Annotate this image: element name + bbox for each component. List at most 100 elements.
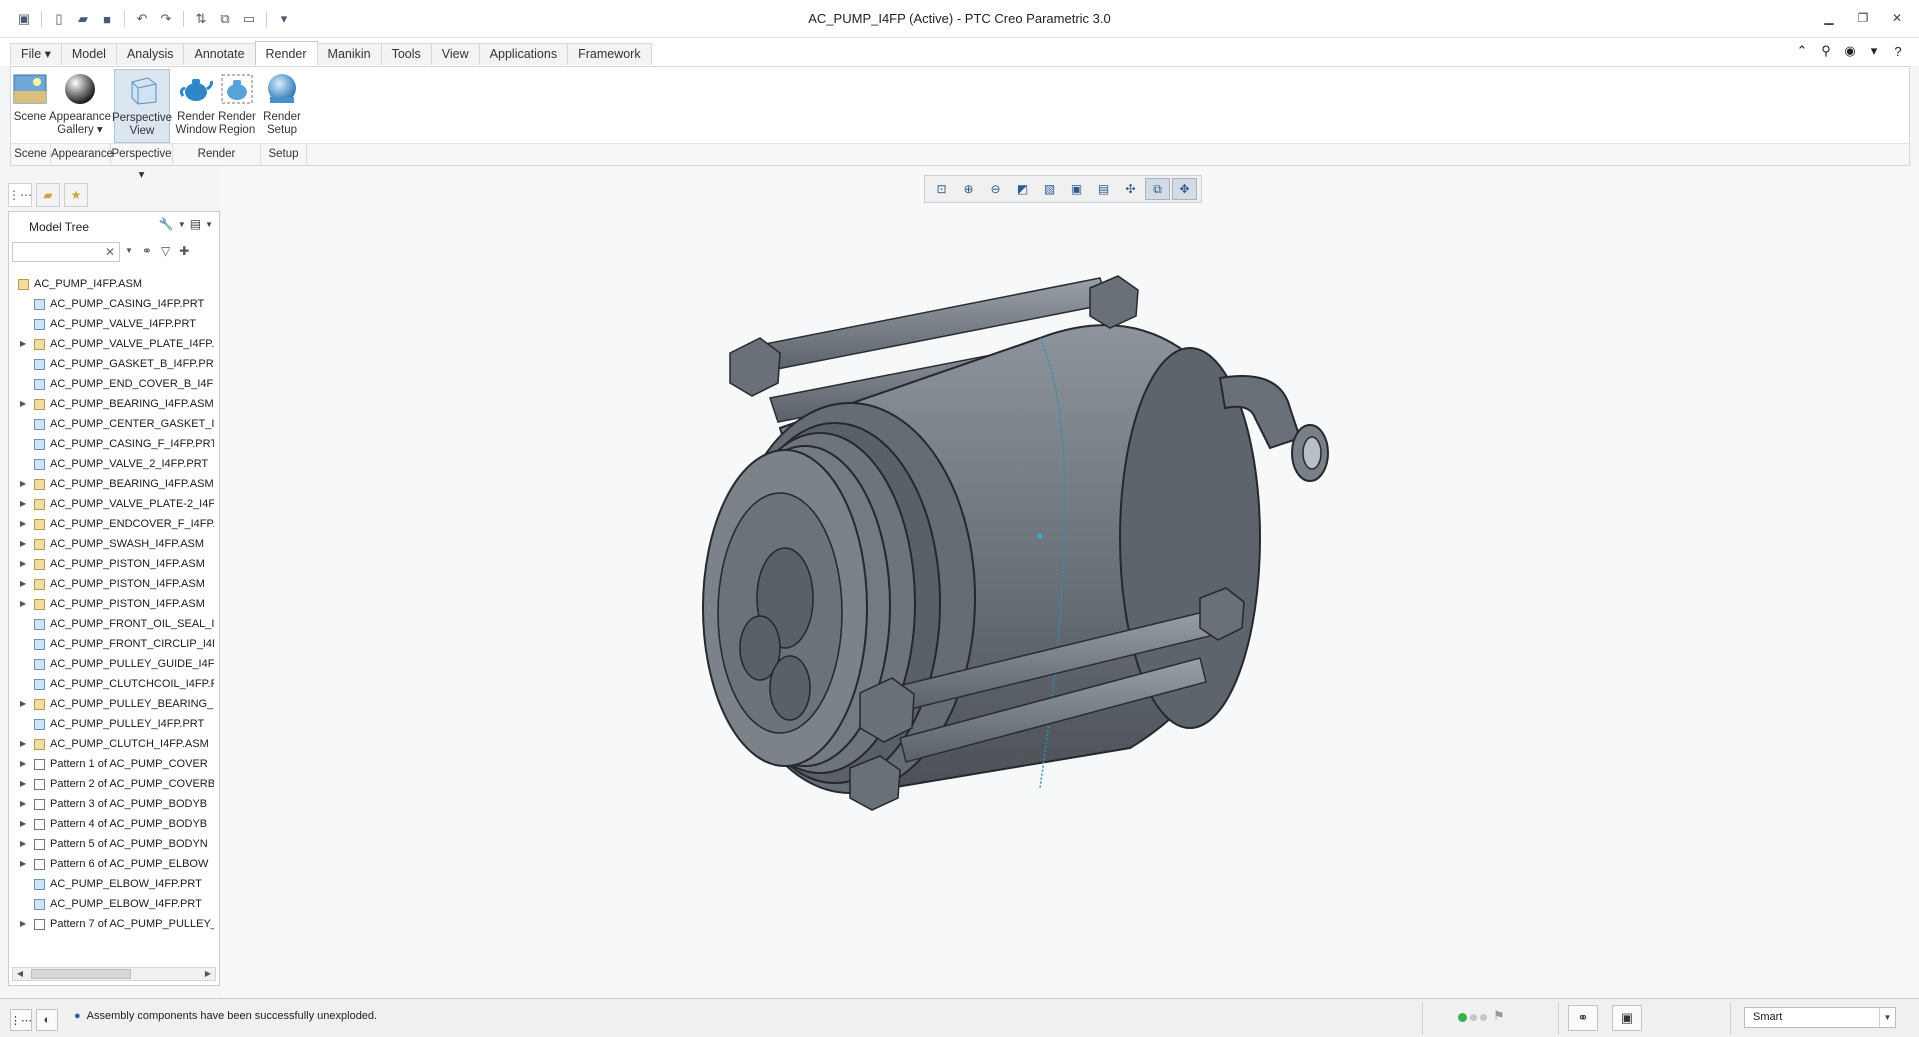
search-icon[interactable]: ⚲: [1817, 42, 1835, 60]
tree-item[interactable]: AC_PUMP_CENTER_GASKET_I4F: [9, 414, 219, 434]
expand-arrow-icon[interactable]: ▶: [20, 334, 30, 354]
group-perspective[interactable]: Perspective ▾: [111, 144, 173, 181]
filter-icon[interactable]: ▽: [161, 244, 170, 258]
expand-arrow-icon[interactable]: ▶: [20, 394, 30, 414]
scrollbar-thumb[interactable]: [31, 969, 131, 979]
render-region-button[interactable]: Render Region: [217, 69, 257, 143]
tree-item[interactable]: ▶ AC_PUMP_VALVE_PLATE_I4FP.A: [9, 334, 219, 354]
tree-item[interactable]: ▶ Pattern 5 of AC_PUMP_BODYN: [9, 834, 219, 854]
dropdown-icon[interactable]: ▾: [1865, 42, 1883, 60]
perspective-view-button[interactable]: Perspective View: [112, 69, 172, 143]
tab-framework[interactable]: Framework: [567, 43, 652, 65]
expand-arrow-icon[interactable]: ▶: [20, 834, 30, 854]
expand-arrow-icon[interactable]: ▶: [20, 734, 30, 754]
tree-item[interactable]: ▶ AC_PUMP_BEARING_I4FP.ASM: [9, 474, 219, 494]
tree-item[interactable]: ▶ AC_PUMP_PISTON_I4FP.ASM: [9, 554, 219, 574]
tree-item[interactable]: AC_PUMP_PULLEY_GUIDE_I4FP.: [9, 654, 219, 674]
flag-icon[interactable]: ⚑: [1493, 1008, 1505, 1024]
repaint-icon[interactable]: ◩: [1010, 178, 1035, 200]
tab-render[interactable]: Render: [254, 41, 318, 65]
tree-item[interactable]: ▶ AC_PUMP_CLUTCH_I4FP.ASM: [9, 734, 219, 754]
restore-button[interactable]: ❐: [1855, 10, 1871, 26]
model-tree-tab[interactable]: ⋮⋯: [8, 183, 32, 207]
display-style-icon[interactable]: ▣: [1064, 178, 1089, 200]
favorites-tab[interactable]: ★: [64, 183, 88, 207]
tree-item[interactable]: AC_PUMP_ELBOW_I4FP.PRT: [9, 874, 219, 894]
tree-item[interactable]: AC_PUMP_FRONT_CIRCLIP_I4F: [9, 634, 219, 654]
render-setup-button[interactable]: Render Setup: [261, 69, 303, 143]
expand-arrow-icon[interactable]: ▶: [20, 534, 30, 554]
saved-orientations-icon[interactable]: ▧: [1037, 178, 1062, 200]
community-icon[interactable]: ◉: [1841, 42, 1859, 60]
help-icon[interactable]: ?: [1889, 42, 1907, 60]
tree-item[interactable]: ▶ Pattern 4 of AC_PUMP_BODYB: [9, 814, 219, 834]
model-tree-search-input[interactable]: ✕: [12, 242, 120, 262]
close-button[interactable]: ✕: [1889, 10, 1905, 26]
tab-annotate[interactable]: Annotate: [183, 43, 256, 65]
tab-tools[interactable]: Tools: [380, 43, 432, 65]
scroll-left-icon[interactable]: ◀: [13, 968, 27, 980]
expand-arrow-icon[interactable]: ▶: [20, 494, 30, 514]
expand-arrow-icon[interactable]: ▶: [20, 574, 30, 594]
tree-item[interactable]: ▶ AC_PUMP_VALVE_PLATE-2_I4FF: [9, 494, 219, 514]
expand-arrow-icon[interactable]: ▶: [20, 474, 30, 494]
tree-item[interactable]: AC_PUMP_GASKET_B_I4FP.PRT: [9, 354, 219, 374]
tree-item[interactable]: ▶ AC_PUMP_PISTON_I4FP.ASM: [9, 574, 219, 594]
tree-item[interactable]: AC_PUMP_I4FP.ASM: [9, 274, 219, 294]
toggle-browser-button[interactable]: ◐: [36, 1009, 58, 1031]
add-column-icon[interactable]: ✚: [179, 244, 189, 258]
tree-settings-dropdown-icon[interactable]: ▼: [178, 220, 186, 229]
zoom-in-icon[interactable]: ⊕: [956, 178, 981, 200]
tree-item[interactable]: ▶ AC_PUMP_BEARING_I4FP.ASM: [9, 394, 219, 414]
tree-item[interactable]: ▶ AC_PUMP_SWASH_I4FP.ASM: [9, 534, 219, 554]
tree-item[interactable]: AC_PUMP_ELBOW_I4FP.PRT: [9, 894, 219, 914]
minimize-ribbon-icon[interactable]: ⌃: [1793, 42, 1811, 60]
tree-horizontal-scrollbar[interactable]: ◀ ▶: [12, 967, 216, 981]
expand-arrow-icon[interactable]: ▶: [20, 754, 30, 774]
tab-model[interactable]: Model: [60, 43, 117, 65]
expand-arrow-icon[interactable]: ▶: [20, 914, 30, 934]
refit-icon[interactable]: ⊡: [929, 178, 954, 200]
tree-item[interactable]: ▶ Pattern 2 of AC_PUMP_COVERB: [9, 774, 219, 794]
expand-arrow-icon[interactable]: ▶: [20, 794, 30, 814]
tree-item[interactable]: AC_PUMP_END_COVER_B_I4FP.: [9, 374, 219, 394]
tree-item[interactable]: AC_PUMP_CLUTCHCOIL_I4FP.PR: [9, 674, 219, 694]
scene-button[interactable]: Scene: [13, 69, 47, 143]
toggle-navigator-button[interactable]: ⋮⋯: [10, 1009, 32, 1031]
appearance-gallery-button[interactable]: Appearance Gallery ▾: [49, 69, 111, 143]
tree-item[interactable]: AC_PUMP_CASING_I4FP.PRT: [9, 294, 219, 314]
render-window-button[interactable]: Render Window: [176, 69, 216, 143]
tree-item[interactable]: AC_PUMP_FRONT_OIL_SEAL_I: [9, 614, 219, 634]
tree-item[interactable]: AC_PUMP_VALVE_2_I4FP.PRT: [9, 454, 219, 474]
tree-item[interactable]: AC_PUMP_CASING_F_I4FP.PRT: [9, 434, 219, 454]
tree-item[interactable]: ▶ Pattern 7 of AC_PUMP_PULLEY_: [9, 914, 219, 934]
minimize-button[interactable]: ▁: [1821, 10, 1837, 26]
scroll-right-icon[interactable]: ▶: [201, 968, 215, 980]
folder-browser-tab[interactable]: ▰: [36, 183, 60, 207]
expand-arrow-icon[interactable]: ▶: [20, 514, 30, 534]
tab-view[interactable]: View: [430, 43, 480, 65]
tab-analysis[interactable]: Analysis: [115, 43, 185, 65]
tree-item[interactable]: AC_PUMP_PULLEY_I4FP.PRT: [9, 714, 219, 734]
datum-display-icon[interactable]: ✣: [1118, 178, 1143, 200]
tree-item[interactable]: ▶ AC_PUMP_PULLEY_BEARING_: [9, 694, 219, 714]
expand-arrow-icon[interactable]: ▶: [20, 814, 30, 834]
zoom-out-icon[interactable]: ⊖: [983, 178, 1008, 200]
tree-settings-icon[interactable]: 🔧: [159, 217, 174, 231]
tree-item[interactable]: AC_PUMP_VALVE_I4FP.PRT: [9, 314, 219, 334]
show-dropdown-icon[interactable]: ▼: [205, 220, 213, 229]
tab-applications[interactable]: Applications: [478, 43, 569, 65]
find-button[interactable]: ⚭: [1568, 1005, 1598, 1031]
tab-file[interactable]: File ▾: [10, 43, 62, 65]
expand-arrow-icon[interactable]: ▶: [20, 774, 30, 794]
tree-item[interactable]: ▶ Pattern 3 of AC_PUMP_BODYB: [9, 794, 219, 814]
annotation-display-icon[interactable]: ⧉: [1145, 178, 1170, 200]
ac-pump-3d-model[interactable]: [660, 268, 1400, 828]
expand-arrow-icon[interactable]: ▶: [20, 694, 30, 714]
expand-arrow-icon[interactable]: ▶: [20, 594, 30, 614]
tree-item[interactable]: ▶ AC_PUMP_PISTON_I4FP.ASM: [9, 594, 219, 614]
find-binoculars-icon[interactable]: ⚭: [142, 244, 152, 258]
tab-manikin[interactable]: Manikin: [316, 43, 382, 65]
tree-item[interactable]: ▶ Pattern 6 of AC_PUMP_ELBOW: [9, 854, 219, 874]
clear-search-icon[interactable]: ✕: [105, 245, 115, 259]
